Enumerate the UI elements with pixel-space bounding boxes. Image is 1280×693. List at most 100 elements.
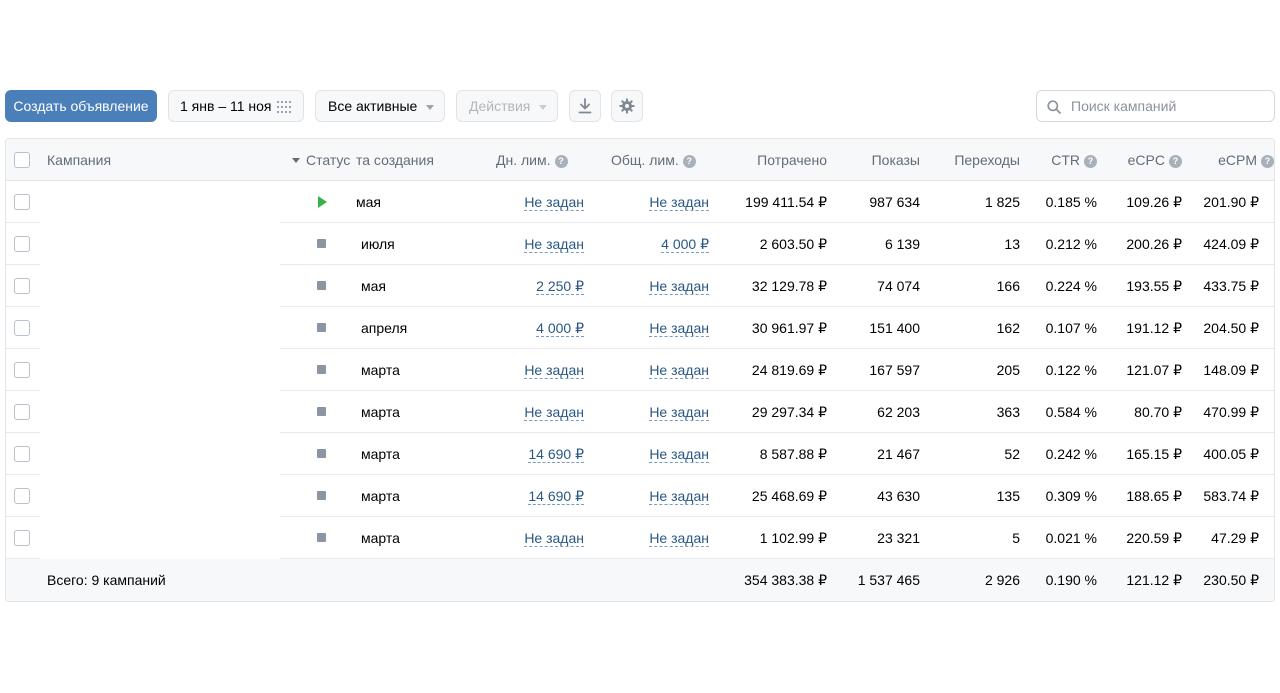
row-checkbox[interactable] xyxy=(14,194,30,210)
campaigns-table: Кампания Статус та создания Дн. лим.? Об… xyxy=(5,138,1275,602)
day-limit-link[interactable]: Не задан xyxy=(524,530,584,547)
campaign-name-cell[interactable] xyxy=(40,349,280,391)
impressions-cell: 21 467 xyxy=(877,446,920,462)
campaign-name-cell[interactable] xyxy=(40,433,280,475)
stop-icon[interactable] xyxy=(317,239,326,248)
header-impressions[interactable]: Показы xyxy=(836,139,920,181)
day-limit-link[interactable]: 14 690 ₽ xyxy=(528,488,584,505)
total-ecpc: 121.12 ₽ xyxy=(1126,572,1182,588)
ctr-cell: 0.107 % xyxy=(1045,320,1097,336)
total-limit-link[interactable]: Не задан xyxy=(649,320,709,337)
ctr-cell: 0.309 % xyxy=(1045,488,1097,504)
day-limit-link[interactable]: Не задан xyxy=(524,362,584,379)
total-limit-cell: 4 000 ₽ xyxy=(611,223,709,265)
table-row[interactable]: марта Не задан Не задан 24 819.69 ₽ 167 597 2… xyxy=(6,349,1274,391)
search-icon xyxy=(1047,100,1061,114)
day-limit-link[interactable]: Не задан xyxy=(524,404,584,421)
table-row[interactable]: марта 14 690 ₽ Не задан 8 587.88 ₽ 21 467 52 0… xyxy=(6,433,1274,475)
total-limit-cell: Не задан xyxy=(611,517,709,559)
date-range-picker[interactable]: 1 янв – 11 ноя xyxy=(168,90,304,122)
row-checkbox[interactable] xyxy=(14,320,30,336)
status-filter-dropdown[interactable]: Все активные xyxy=(315,90,445,122)
search-input[interactable] xyxy=(1071,98,1261,114)
help-icon[interactable]: ? xyxy=(1169,155,1182,168)
stop-icon[interactable] xyxy=(317,323,326,332)
total-limit-link[interactable]: Не задан xyxy=(649,488,709,505)
clicks-cell: 162 xyxy=(996,320,1020,336)
total-limit-link[interactable]: Не задан xyxy=(649,404,709,421)
total-limit-link[interactable]: Не задан xyxy=(649,194,709,211)
row-checkbox[interactable] xyxy=(14,362,30,378)
row-checkbox[interactable] xyxy=(14,530,30,546)
campaign-name-cell[interactable] xyxy=(40,391,280,433)
row-checkbox[interactable] xyxy=(14,488,30,504)
stop-icon[interactable] xyxy=(317,407,326,416)
header-spent[interactable]: Потрачено xyxy=(726,139,827,181)
header-status[interactable]: Статус xyxy=(292,139,350,181)
stop-icon[interactable] xyxy=(317,365,326,374)
campaign-name-cell[interactable] xyxy=(40,181,280,223)
help-icon[interactable]: ? xyxy=(1261,155,1274,168)
stop-icon[interactable] xyxy=(317,533,326,542)
download-button[interactable] xyxy=(569,90,601,122)
clicks-cell: 5 xyxy=(1012,530,1020,546)
spent-cell: 1 102.99 ₽ xyxy=(759,530,827,546)
day-limit-cell: 2 250 ₽ xyxy=(496,265,584,307)
table-row[interactable]: июля Не задан 4 000 ₽ 2 603.50 ₽ 6 139 13 0.21… xyxy=(6,223,1274,265)
day-limit-link[interactable]: 2 250 ₽ xyxy=(536,278,584,295)
table-row[interactable]: мая Не задан Не задан 199 411.54 ₽ 987 634 1 … xyxy=(6,181,1274,223)
ctr-cell: 0.021 % xyxy=(1045,530,1097,546)
total-impressions: 1 537 465 xyxy=(857,572,920,588)
table-row[interactable]: мая 2 250 ₽ Не задан 32 129.78 ₽ 74 074 166 0.… xyxy=(6,265,1274,307)
header-campaign[interactable]: Кампания xyxy=(47,139,111,181)
clicks-cell: 1 825 xyxy=(984,194,1020,210)
header-created[interactable]: та создания xyxy=(356,139,434,181)
header-day-limit[interactable]: Дн. лим.? xyxy=(496,139,586,181)
stop-icon[interactable] xyxy=(317,449,326,458)
day-limit-link[interactable]: 4 000 ₽ xyxy=(536,320,584,337)
settings-button[interactable] xyxy=(611,90,643,122)
gear-icon xyxy=(619,98,635,114)
campaign-name-cell[interactable] xyxy=(40,307,280,349)
header-ctr[interactable]: CTR? xyxy=(1026,139,1097,181)
header-status-label: Статус xyxy=(306,152,351,168)
total-limit-link[interactable]: Не задан xyxy=(649,278,709,295)
campaign-name-cell[interactable] xyxy=(40,223,280,265)
table-row[interactable]: марта 14 690 ₽ Не задан 25 468.69 ₽ 43 630 13… xyxy=(6,475,1274,517)
spent-cell: 2 603.50 ₽ xyxy=(759,236,827,252)
row-checkbox[interactable] xyxy=(14,236,30,252)
created-date-cell: мая xyxy=(356,194,381,210)
create-ad-button[interactable]: Создать объявление xyxy=(5,90,157,122)
header-ctr-label: CTR xyxy=(1051,152,1080,168)
header-clicks[interactable]: Переходы xyxy=(936,139,1020,181)
table-row[interactable]: марта Не задан Не задан 29 297.34 ₽ 62 203 36… xyxy=(6,391,1274,433)
row-checkbox[interactable] xyxy=(14,404,30,420)
campaign-name-cell[interactable] xyxy=(40,517,280,559)
actions-dropdown[interactable]: Действия xyxy=(456,90,558,122)
header-total-limit[interactable]: Общ. лим.? xyxy=(611,139,711,181)
total-limit-link[interactable]: Не задан xyxy=(649,446,709,463)
help-icon[interactable]: ? xyxy=(554,155,568,168)
campaign-name-cell[interactable] xyxy=(40,265,280,307)
header-ecpc[interactable]: eCPC? xyxy=(1106,139,1182,181)
select-all-checkbox[interactable] xyxy=(14,152,30,168)
help-icon[interactable]: ? xyxy=(682,155,696,168)
day-limit-cell: Не задан xyxy=(496,181,584,223)
stop-icon[interactable] xyxy=(317,491,326,500)
campaign-name-cell[interactable] xyxy=(40,475,280,517)
header-ecpm[interactable]: eCPM? xyxy=(1186,139,1274,181)
total-limit-link[interactable]: Не задан xyxy=(649,530,709,547)
table-row[interactable]: марта Не задан Не задан 1 102.99 ₽ 23 321 5 0.… xyxy=(6,517,1274,559)
total-limit-link[interactable]: Не задан xyxy=(649,362,709,379)
day-limit-cell: Не задан xyxy=(496,391,584,433)
stop-icon[interactable] xyxy=(317,281,326,290)
day-limit-link[interactable]: 14 690 ₽ xyxy=(528,446,584,463)
table-row[interactable]: апреля 4 000 ₽ Не задан 30 961.97 ₽ 151 400 1… xyxy=(6,307,1274,349)
play-icon[interactable] xyxy=(318,196,327,208)
day-limit-link[interactable]: Не задан xyxy=(524,236,584,253)
total-limit-link[interactable]: 4 000 ₽ xyxy=(661,236,709,253)
day-limit-link[interactable]: Не задан xyxy=(524,194,584,211)
row-checkbox[interactable] xyxy=(14,446,30,462)
row-checkbox[interactable] xyxy=(14,278,30,294)
help-icon[interactable]: ? xyxy=(1084,155,1097,168)
